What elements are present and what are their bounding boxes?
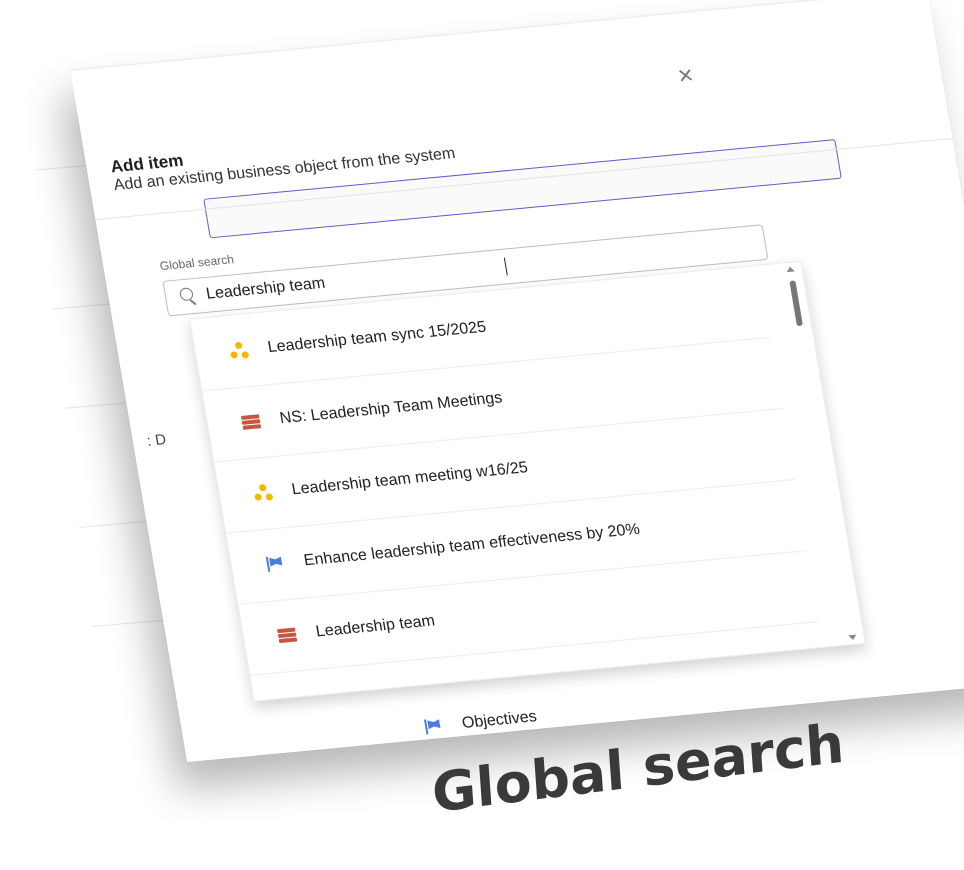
flag-icon bbox=[423, 717, 448, 737]
list-item-label: Enhance leadership team effectiveness by… bbox=[302, 520, 642, 570]
background-item-label: Objectives bbox=[460, 708, 538, 732]
meeting-icon bbox=[253, 483, 278, 503]
stack-icon bbox=[277, 625, 302, 645]
scroll-thumb[interactable] bbox=[789, 280, 803, 327]
list-item-label: NS: Leadership Team Meetings bbox=[278, 389, 504, 428]
scroll-down-icon[interactable] bbox=[848, 634, 858, 641]
add-item-dialog: × Add item Add an existing business obje… bbox=[70, 0, 964, 763]
search-icon bbox=[179, 287, 200, 306]
list-item-label: Leadership team sync 15/2025 bbox=[266, 318, 488, 357]
scroll-up-icon[interactable] bbox=[785, 266, 795, 273]
meeting-icon bbox=[229, 341, 254, 361]
close-icon[interactable]: × bbox=[672, 59, 700, 90]
stage: × Add item Add an existing business obje… bbox=[0, 0, 964, 870]
list-item-label: Leadership team bbox=[314, 612, 437, 641]
background-fragment: : D bbox=[145, 431, 168, 450]
stack-icon bbox=[240, 412, 266, 432]
search-results-dropdown: Leadership team sync 15/2025 NS: Leaders… bbox=[189, 260, 866, 702]
selected-field-frame[interactable] bbox=[203, 139, 842, 239]
search-label: Global search bbox=[158, 252, 235, 274]
list-item-label: Leadership team meeting w16/25 bbox=[290, 459, 530, 499]
flag-icon bbox=[265, 554, 290, 574]
